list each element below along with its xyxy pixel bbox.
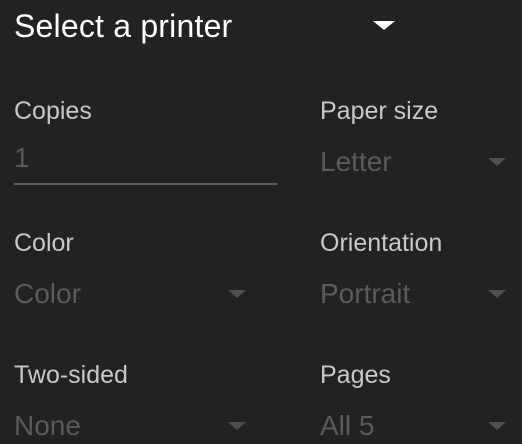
caret-down-icon[interactable] xyxy=(228,422,246,430)
caret-down-icon[interactable] xyxy=(488,290,506,298)
copies-input[interactable]: 1 xyxy=(14,142,30,174)
paper-size-label: Paper size xyxy=(320,97,439,125)
printer-select-label: Select a printer xyxy=(14,8,233,44)
two-sided-label: Two-sided xyxy=(14,361,128,389)
orientation-field: Orientation Portrait xyxy=(320,228,510,309)
two-sided-select[interactable]: None xyxy=(14,410,81,442)
copies-field: Copies 1 xyxy=(14,96,278,188)
print-options-panel: Select a printer Copies 1 Paper size Let… xyxy=(0,0,522,444)
pages-label: Pages xyxy=(320,361,391,389)
paper-size-select[interactable]: Letter xyxy=(320,146,392,178)
caret-down-icon[interactable] xyxy=(488,422,506,430)
orientation-select[interactable]: Portrait xyxy=(320,278,410,310)
caret-down-icon[interactable] xyxy=(488,158,506,166)
printer-select-dropdown[interactable]: Select a printer xyxy=(14,4,404,52)
two-sided-field: Two-sided None xyxy=(14,360,246,441)
paper-size-field: Paper size Letter xyxy=(320,96,510,177)
color-label: Color xyxy=(14,229,74,257)
copies-label: Copies xyxy=(14,97,92,125)
copies-input-underline xyxy=(14,183,278,185)
color-select[interactable]: Color xyxy=(14,278,81,310)
orientation-label: Orientation xyxy=(320,229,443,257)
pages-field: Pages All 5 xyxy=(320,360,510,441)
color-field: Color Color xyxy=(14,228,246,309)
caret-down-icon[interactable] xyxy=(373,21,395,30)
caret-down-icon[interactable] xyxy=(228,290,246,298)
pages-select[interactable]: All 5 xyxy=(320,410,374,442)
